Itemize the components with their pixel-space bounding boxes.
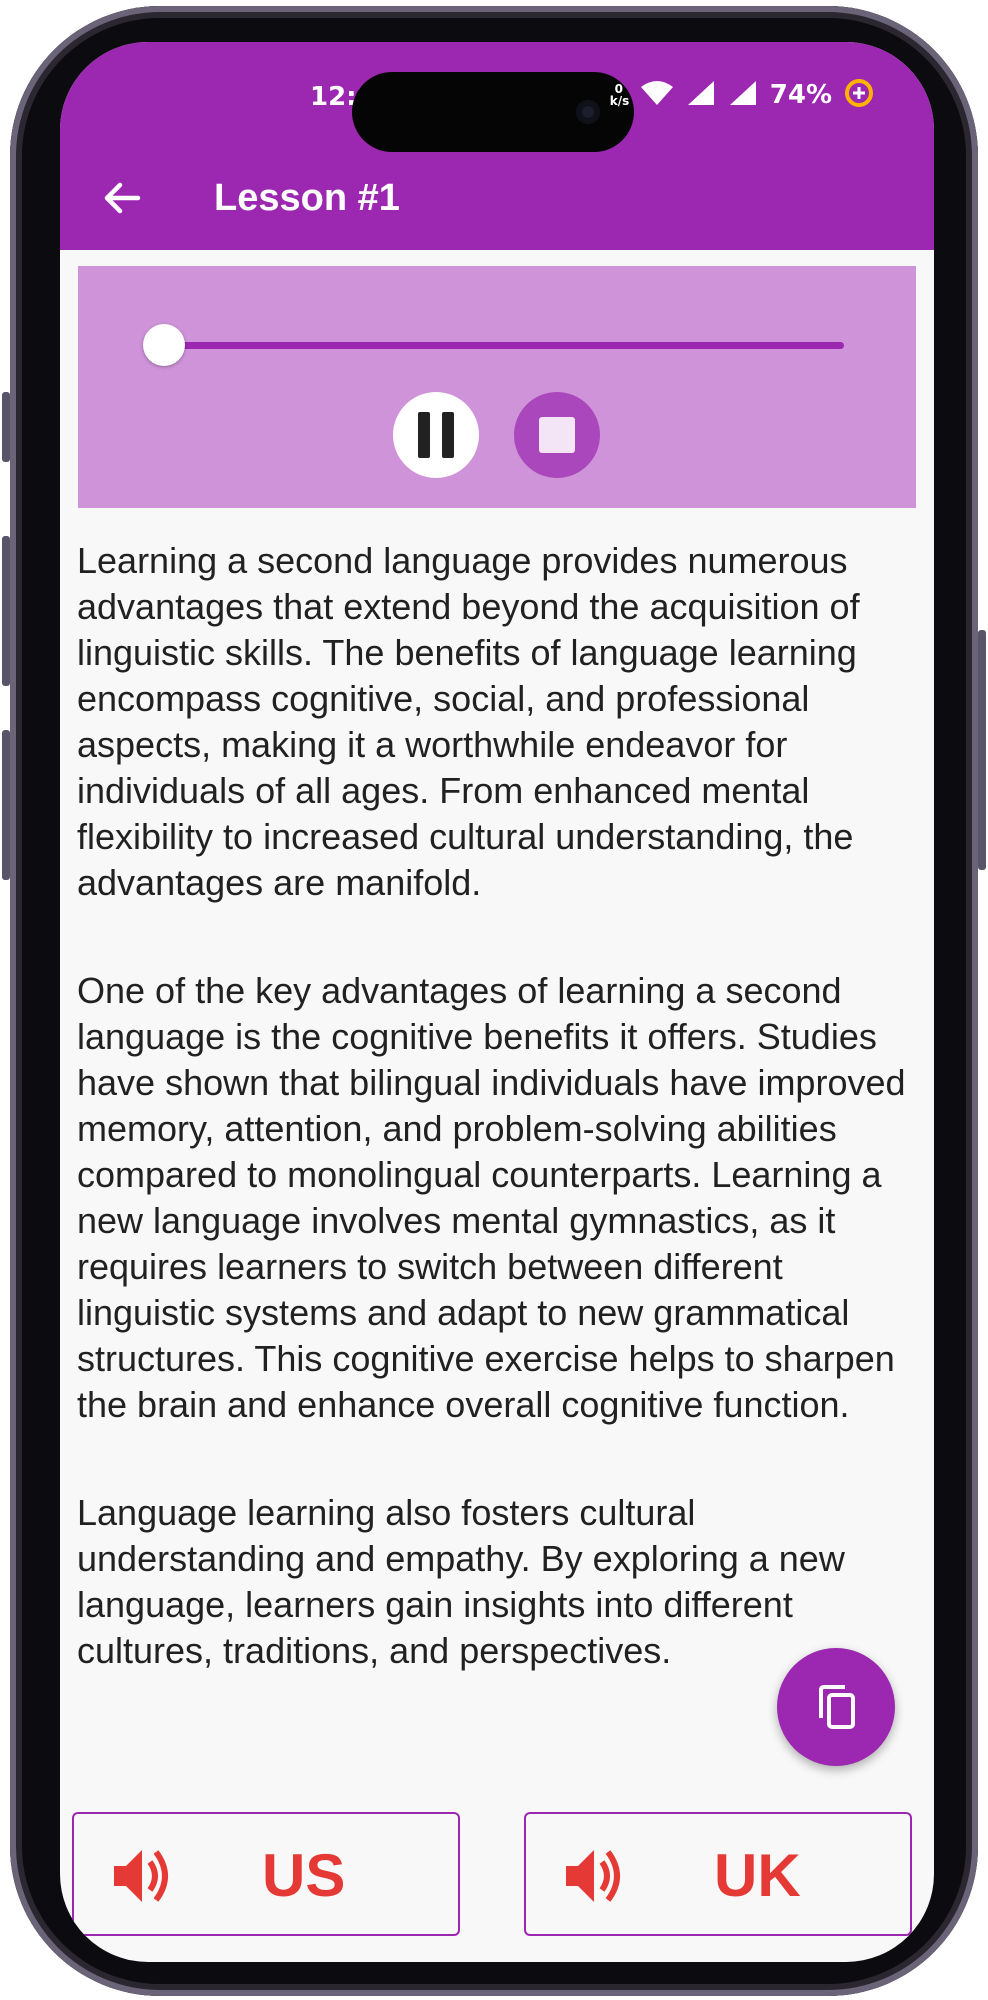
- uk-accent-label: UK: [714, 1842, 801, 1909]
- us-accent-button[interactable]: US: [72, 1812, 460, 1936]
- arrow-back-icon: [104, 182, 141, 214]
- front-camera-icon: [576, 100, 600, 124]
- lesson-paragraph-3: Language learning also fosters cultural …: [77, 1492, 845, 1671]
- battery-percentage: 74%: [769, 80, 832, 110]
- lesson-paragraph-1: Learning a second language provides nume…: [77, 540, 860, 903]
- wifi-icon: [640, 79, 674, 111]
- lesson-text: Learning a second language provides nume…: [77, 538, 907, 1782]
- status-icons: 0 k/s 74%: [610, 78, 874, 112]
- app-bar: 12:0 0 k/s 74% Lesson #1: [60, 42, 934, 250]
- volume-up-icon: [566, 1850, 620, 1902]
- network-speed: 0 k/s: [609, 82, 630, 108]
- dynamic-island: [352, 72, 634, 152]
- signal-icon-2: [728, 79, 758, 111]
- phone-frame: 12:0 0 k/s 74% Lesson #1 Learning a seco…: [0, 0, 988, 2000]
- uk-accent-button[interactable]: UK: [524, 1812, 912, 1936]
- pause-icon: [418, 412, 454, 458]
- screen: 12:0 0 k/s 74% Lesson #1 Learning a seco…: [60, 42, 934, 1962]
- battery-saver-icon: [844, 78, 874, 112]
- stop-button[interactable]: [514, 392, 600, 478]
- volume-up-icon: [114, 1850, 168, 1902]
- power-button: [978, 630, 986, 870]
- progress-slider-track[interactable]: [164, 342, 844, 349]
- page-title: Lesson #1: [214, 177, 400, 219]
- stop-icon: [539, 417, 575, 453]
- lesson-paragraph-2: One of the key advantages of learning a …: [77, 970, 906, 1425]
- pause-button[interactable]: [393, 392, 479, 478]
- signal-icon: [686, 79, 716, 111]
- mute-switch: [2, 392, 10, 462]
- copy-button[interactable]: [777, 1648, 895, 1766]
- progress-slider-thumb[interactable]: [143, 324, 185, 366]
- us-accent-label: US: [262, 1842, 346, 1909]
- copy-icon: [819, 1685, 855, 1729]
- volume-up-button: [2, 536, 10, 686]
- audio-player: [78, 266, 916, 508]
- volume-down-button: [2, 730, 10, 880]
- back-button[interactable]: [94, 170, 150, 226]
